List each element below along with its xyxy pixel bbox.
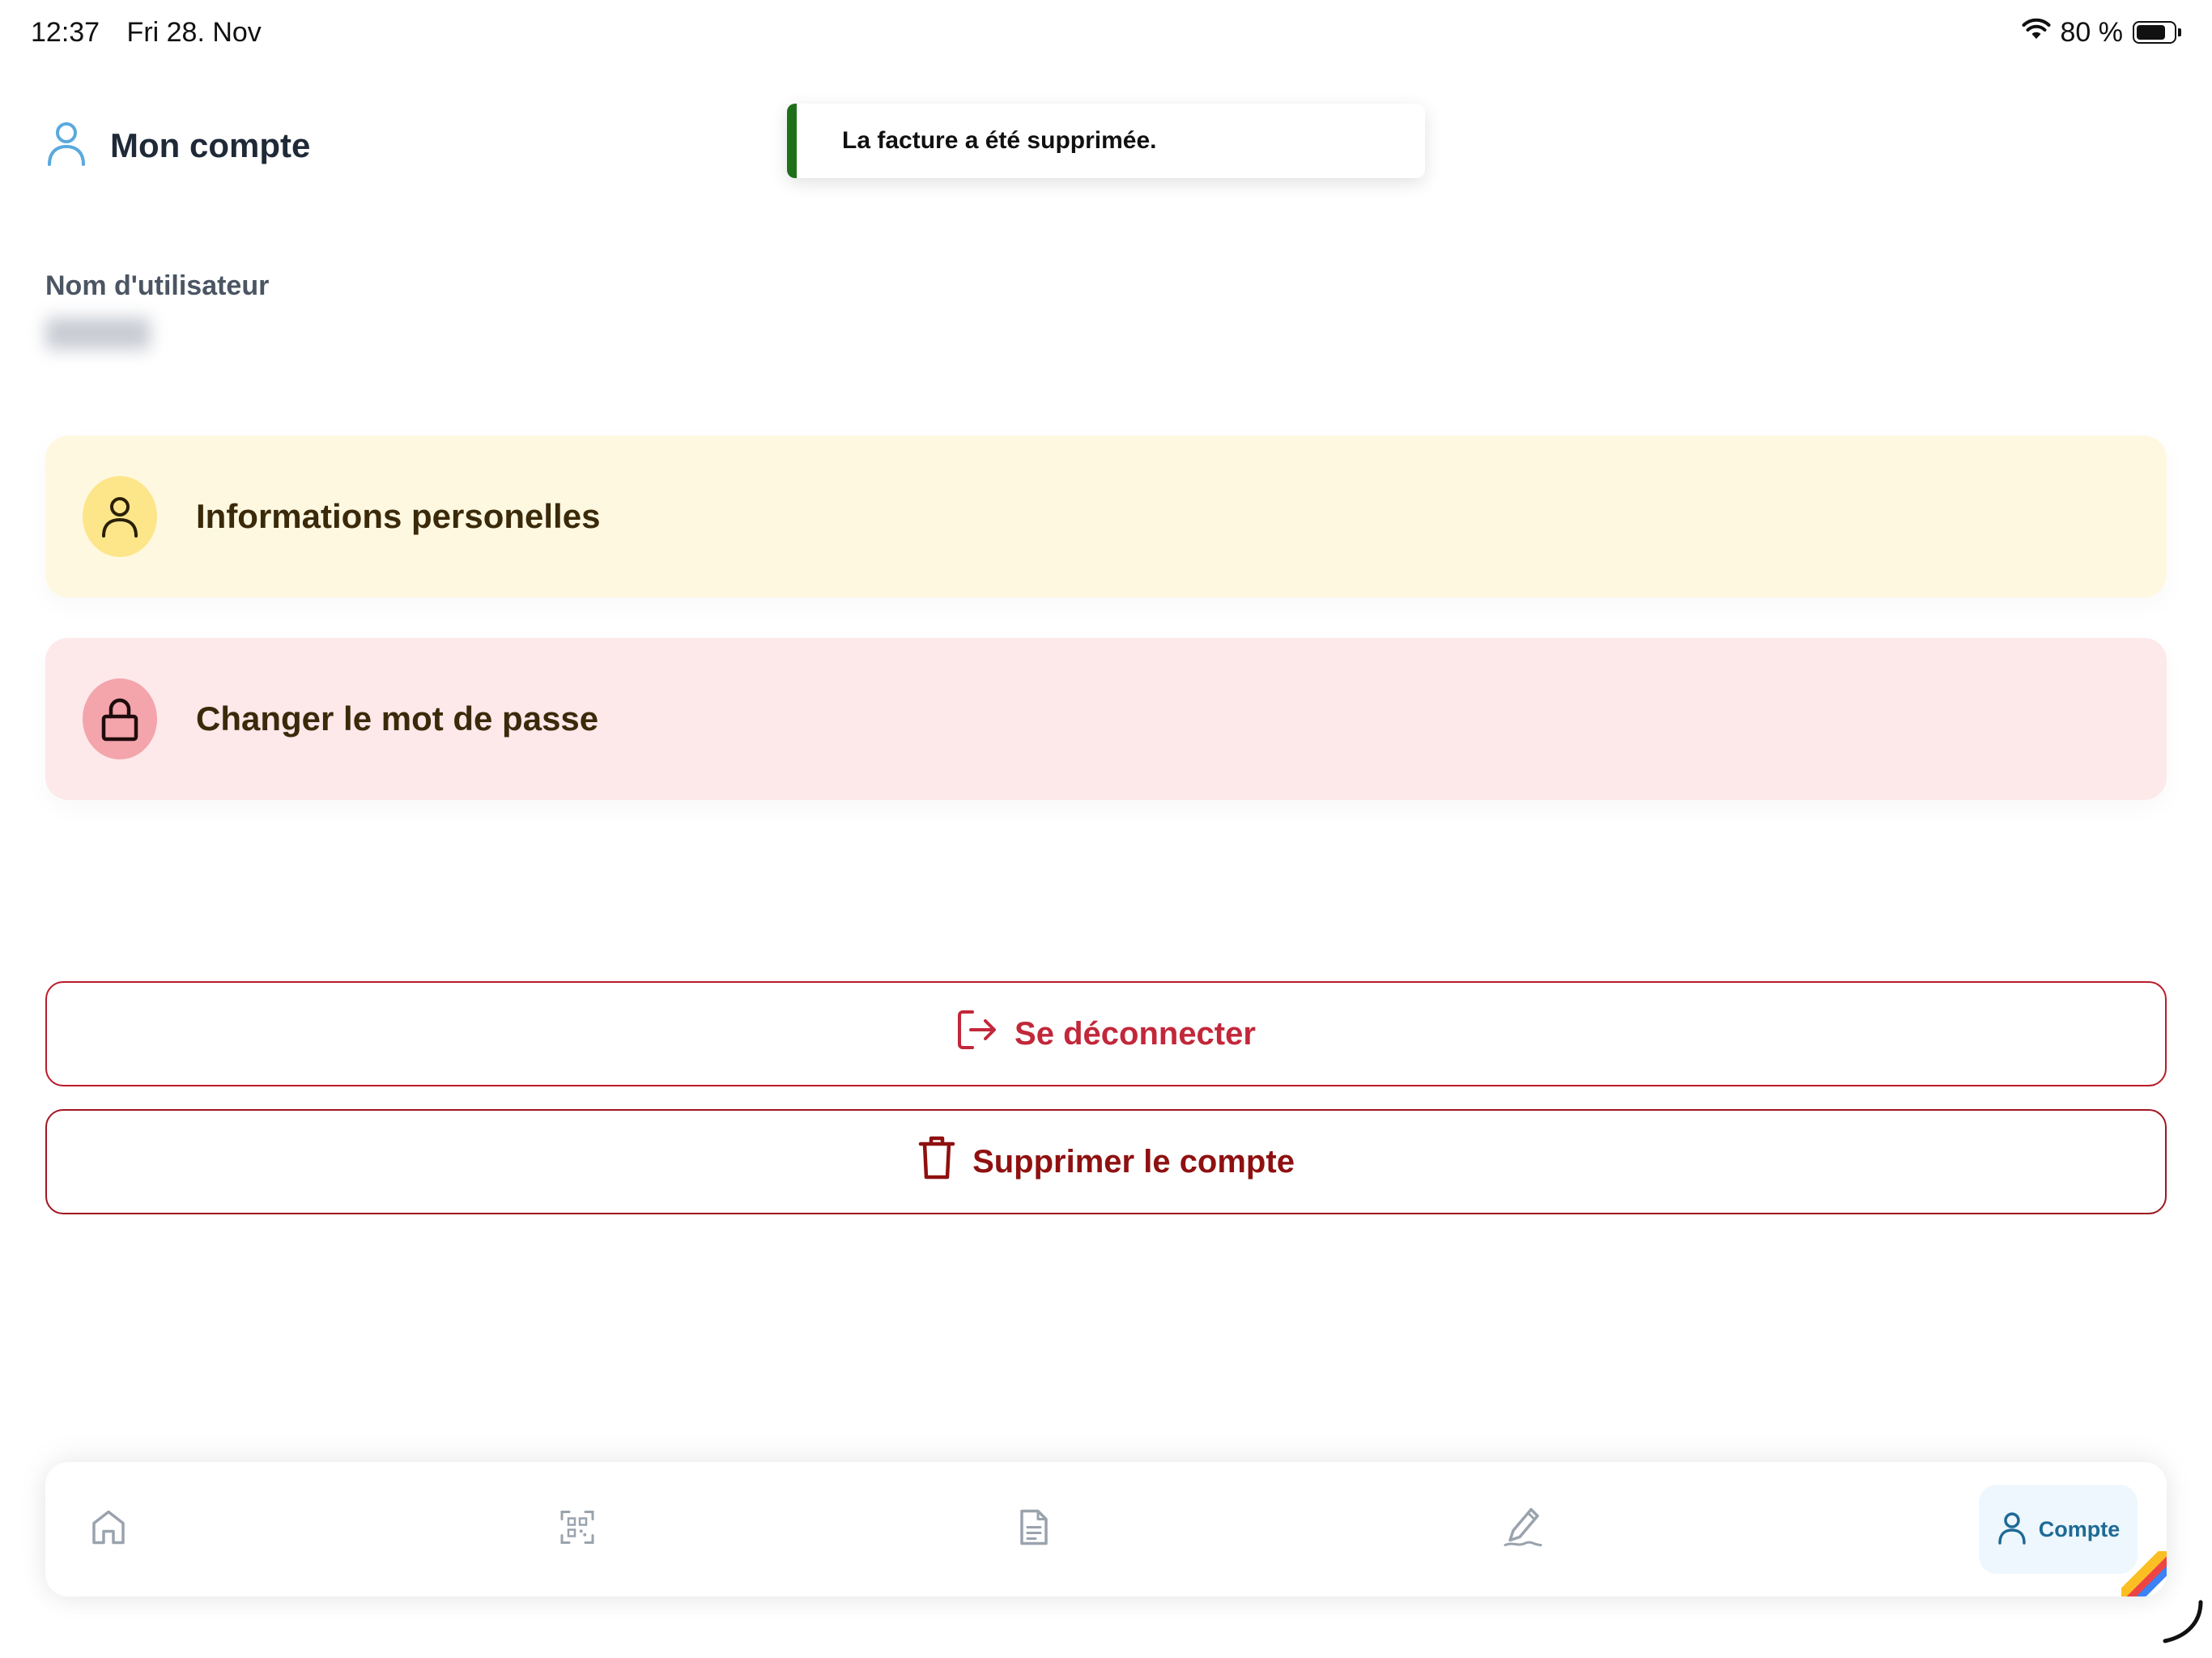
status-right: 80 % bbox=[2022, 16, 2181, 49]
toast-accent-bar bbox=[787, 104, 797, 178]
status-bar: 12:37 Fri 28. Nov 80 % bbox=[31, 11, 2181, 53]
delete-account-label: Supprimer le compte bbox=[972, 1143, 1295, 1180]
status-time: 12:37 bbox=[31, 16, 100, 48]
corner-decoration bbox=[2121, 1551, 2167, 1596]
home-icon bbox=[91, 1509, 126, 1550]
trash-icon bbox=[917, 1134, 956, 1189]
battery-icon bbox=[2133, 21, 2181, 44]
home-indicator bbox=[2159, 1599, 2207, 1652]
change-password-label: Changer le mot de passe bbox=[196, 699, 599, 738]
delete-account-button[interactable]: Supprimer le compte bbox=[45, 1109, 2167, 1214]
nav-signature[interactable] bbox=[1502, 1505, 1544, 1554]
nav-documents[interactable] bbox=[1018, 1508, 1050, 1551]
lock-icon bbox=[83, 678, 157, 759]
logout-icon bbox=[956, 1009, 998, 1059]
signature-icon bbox=[1502, 1505, 1544, 1554]
nav-account-label: Compte bbox=[2038, 1516, 2121, 1541]
nav-home[interactable] bbox=[91, 1509, 126, 1550]
nav-scan[interactable] bbox=[559, 1510, 595, 1550]
change-password-card[interactable]: Changer le mot de passe bbox=[45, 638, 2167, 800]
personal-info-card[interactable]: Informations personelles bbox=[45, 436, 2167, 597]
status-date: Fri 28. Nov bbox=[126, 16, 262, 48]
toast-message: La facture a été supprimée. bbox=[842, 127, 1157, 154]
battery-percent: 80 % bbox=[2060, 16, 2124, 48]
user-icon bbox=[45, 120, 87, 171]
account-screen: 12:37 Fri 28. Nov 80 % Mon compte La fac… bbox=[0, 0, 2212, 1658]
qr-scan-icon bbox=[559, 1510, 595, 1550]
page-title: Mon compte bbox=[110, 125, 311, 164]
logout-label: Se déconnecter bbox=[1015, 1015, 1256, 1052]
user-icon bbox=[1997, 1511, 2027, 1549]
bottom-navigation: Compte bbox=[45, 1462, 2167, 1596]
personal-info-label: Informations personelles bbox=[196, 497, 601, 535]
nav-account[interactable]: Compte bbox=[1979, 1485, 2138, 1574]
username-label: Nom d'utilisateur bbox=[45, 270, 270, 301]
status-left: 12:37 Fri 28. Nov bbox=[31, 17, 262, 49]
wifi-icon bbox=[2022, 17, 2051, 49]
username-value-blurred bbox=[45, 317, 151, 350]
user-icon bbox=[83, 476, 157, 557]
page-header: Mon compte bbox=[45, 120, 310, 171]
logout-button[interactable]: Se déconnecter bbox=[45, 981, 2167, 1086]
document-icon bbox=[1018, 1508, 1050, 1551]
toast-notification[interactable]: La facture a été supprimée. bbox=[787, 104, 1425, 178]
